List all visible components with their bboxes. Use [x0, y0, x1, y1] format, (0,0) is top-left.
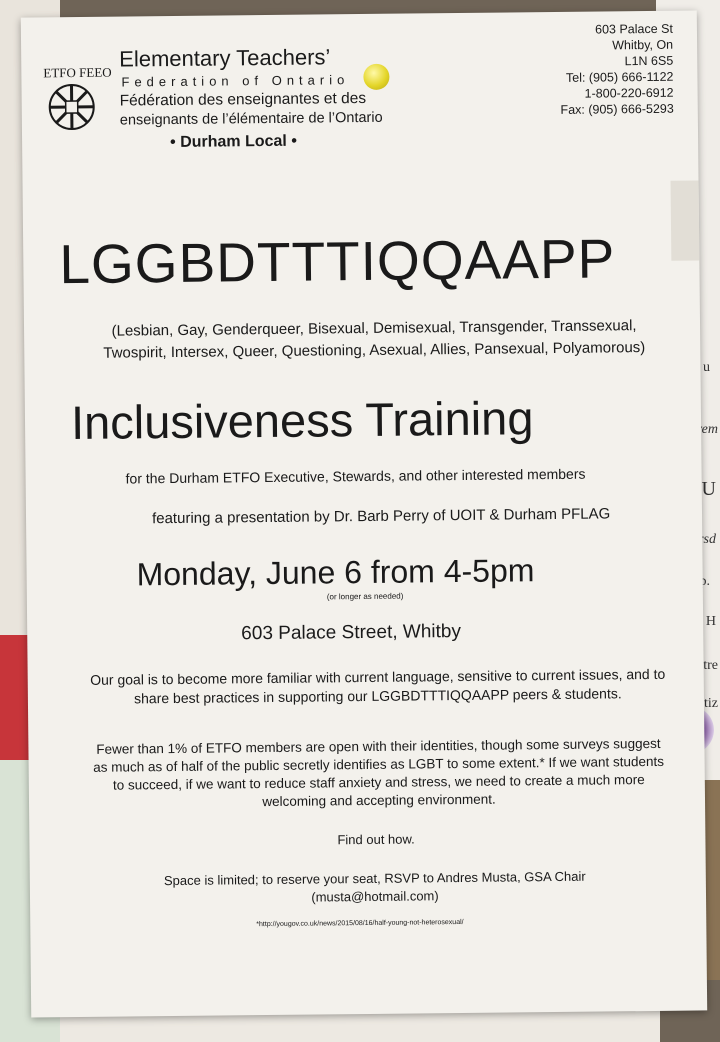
contact-tel: Tel: (905) 666-1122: [565, 69, 674, 85]
acronym-title: LGGBDTTTIQQAAPP: [59, 227, 616, 296]
rsvp-block: Space is limited; to reserve your seat, …: [150, 868, 600, 909]
folded-corner: [670, 180, 700, 261]
event-date: Monday, June 6 from 4-5pm: [136, 552, 535, 593]
training-title: Inclusiveness Training: [70, 391, 534, 450]
acronym-definition: (Lesbian, Gay, Genderqueer, Bisexual, De…: [103, 317, 646, 362]
contact-block: 603 Palace St Whitby, On L1N 6S5 Tel: (9…: [560, 21, 674, 118]
contact-street: 603 Palace St: [595, 21, 674, 37]
background-text: u: [703, 360, 710, 375]
goal-paragraph: Our goal is to become more familiar with…: [90, 665, 666, 707]
logo-text: ETFO FEEO: [43, 65, 111, 81]
etfo-logo-icon: ETFO FEEO: [43, 65, 112, 131]
org-local: • Durham Local •: [170, 132, 297, 152]
org-name-french-1: Fédération des enseignantes et des: [119, 89, 367, 110]
contact-fax: Fax: (905) 666-5293: [560, 101, 674, 117]
contact-city: Whitby, On: [612, 37, 674, 53]
stats-paragraph: Fewer than 1% of ETFO members are open w…: [93, 735, 665, 810]
poster: ETFO FEEO Elementary Teachers’ Federatio…: [20, 10, 708, 1018]
find-out-line: Find out how.: [337, 831, 415, 848]
featuring-line: featuring a presentation by Dr. Barb Per…: [151, 505, 611, 528]
contact-postal: L1N 6S5: [624, 53, 674, 69]
audience-line: for the Durham ETFO Executive, Stewards,…: [125, 465, 586, 487]
org-name-french-2: enseignants de l’élémentaire de l’Ontari…: [119, 109, 383, 129]
org-name-english: Elementary Teachers’: [119, 44, 331, 72]
pushpin-icon: [363, 63, 390, 90]
org-name-english-2: Federation of Ontario: [121, 72, 350, 90]
footnote-url: *http://yougov.co.uk/news/2015/08/16/hal…: [256, 918, 464, 929]
contact-tollfree: 1-800-220-6912: [584, 85, 674, 101]
event-address: 603 Palace Street, Whitby: [241, 620, 462, 645]
date-note: (or longer as needed): [326, 591, 404, 602]
